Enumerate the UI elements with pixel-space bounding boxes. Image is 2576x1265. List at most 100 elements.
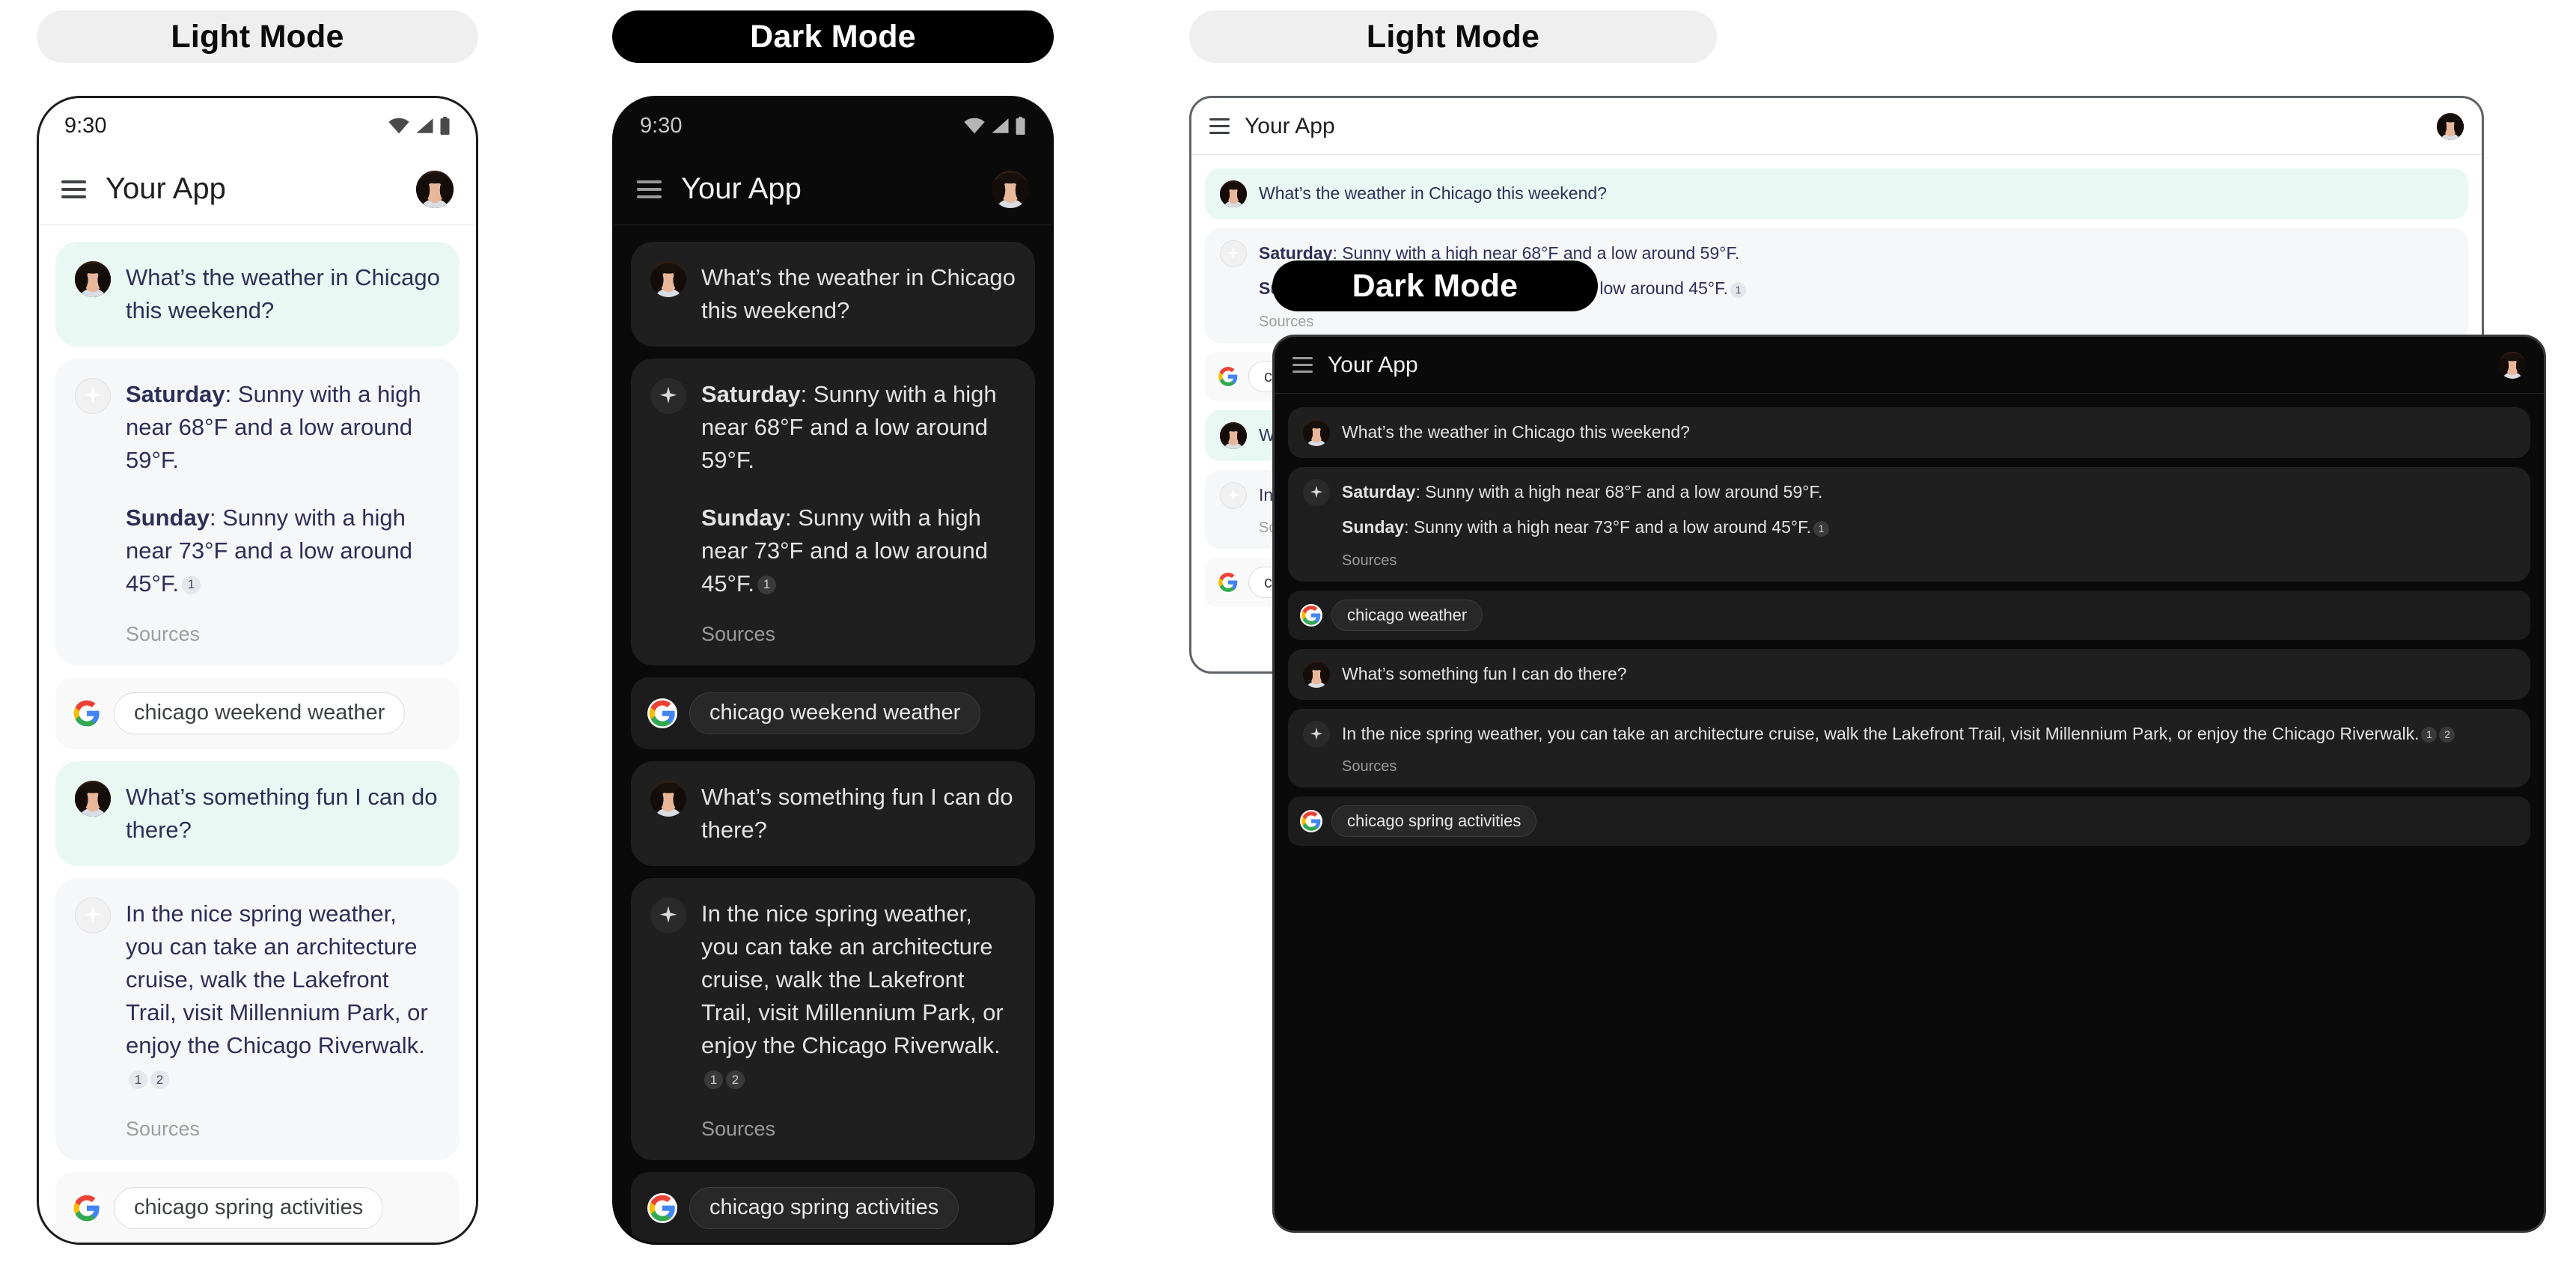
sparkle-icon [75,378,111,415]
search-chip[interactable]: chicago weather [1331,599,1483,631]
app-title: Your App [1328,352,1418,377]
day-label-saturday: Saturday [126,381,225,408]
user-avatar[interactable] [2437,112,2464,140]
search-chip[interactable]: chicago spring activities [689,1186,959,1229]
sources-label[interactable]: Sources [1342,552,2515,570]
user-message-bubble[interactable]: What’s something fun I can do there? [1288,648,2530,700]
user-message-bubble[interactable]: What’s the weather in Chicago this weeke… [55,242,460,347]
sparkle-icon [1220,481,1247,509]
hamburger-menu-icon[interactable] [61,180,86,198]
sparkle-glyph [82,904,104,927]
google-g-glyph [648,699,677,728]
user-message-bubble[interactable]: What’s something fun I can do there? [55,760,460,866]
sources-label[interactable]: Sources [701,623,1016,646]
mode-label-desktop-light: Light Mode [1189,10,1717,63]
citation-badge[interactable]: 1 [757,575,776,594]
assistant-answer-text: In the nice spring weather, you can take… [1342,723,2420,743]
user-message-bubble[interactable]: What’s the weather in Chicago this weeke… [1205,168,2468,219]
user-message-bubble[interactable]: What’s the weather in Chicago this weeke… [1288,407,2530,458]
screenshot-stage: Light Mode 9:30 Your App What’s the weat… [0,0,2576,1265]
citation-badge[interactable]: 1 [182,575,201,594]
sparkle-glyph [1225,246,1242,262]
user-avatar[interactable] [992,170,1029,208]
google-g-icon [1217,571,1239,594]
search-suggestion-bar: chicago weekend weather [631,677,1035,749]
user-message-text: What’s something fun I can do there? [701,783,1013,843]
assistant-message-text: Saturday: Sunny with a high near 68°F an… [1342,479,2515,540]
sparkle-glyph [657,385,680,407]
citation-badge[interactable]: 2 [726,1070,745,1090]
search-suggestion-bar: chicago spring activities [55,1171,460,1243]
google-g-glyph [1218,572,1239,593]
user-message-text: What’s something fun I can do there? [126,783,438,843]
sparkle-icon [75,897,111,933]
chat-thread: What’s the weather in Chicago this weeke… [614,225,1052,1243]
cell-signal-icon [415,118,434,134]
assistant-message-bubble[interactable]: In the nice spring weather, you can take… [1288,708,2530,788]
mode-label-phone-light: Light Mode [37,10,478,63]
status-icons [388,117,451,135]
search-suggestion-bar: chicago spring activities [1288,796,2530,847]
hamburger-menu-icon[interactable] [637,180,662,198]
app-bar: Your App [39,153,476,225]
user-message-text: What’s something fun I can do there? [1342,663,1627,683]
citation-badge[interactable]: 1 [704,1070,723,1090]
sparkle-glyph [82,385,104,407]
status-time: 9:30 [64,113,107,138]
hamburger-menu-icon[interactable] [1209,118,1230,134]
assistant-answer-text: In the nice spring weather, you can take… [126,900,428,1058]
user-avatar[interactable] [416,170,454,208]
mode-label-phone-dark: Dark Mode [612,10,1054,63]
phone-mockup-light: 9:30 Your App What’s the weather in Chic… [37,96,478,1245]
sparkle-icon [1303,720,1330,748]
citation-badge[interactable]: 2 [2439,727,2456,743]
status-bar: 9:30 [39,98,476,153]
google-g-icon [72,698,102,728]
hamburger-menu-icon[interactable] [1292,357,1313,373]
sources-label[interactable]: Sources [126,623,440,646]
search-chip[interactable]: chicago spring activities [114,1186,384,1229]
user-message-bubble[interactable]: What’s the weather in Chicago this weeke… [631,242,1035,347]
citation-badge[interactable]: 1 [1813,520,1829,537]
google-g-icon [1300,603,1322,627]
user-avatar [650,780,686,817]
search-chip[interactable]: chicago weekend weather [689,692,981,734]
citation-badge[interactable]: 1 [2421,727,2438,743]
search-chip[interactable]: chicago weekend weather [114,692,406,734]
user-message-text: What’s the weather in Chicago this weeke… [701,264,1016,324]
google-g-icon [647,698,677,728]
user-avatar[interactable] [2499,351,2526,379]
assistant-answer-text: In the nice spring weather, you can take… [701,900,1004,1058]
user-avatar [650,261,686,297]
google-g-icon [1300,810,1322,833]
assistant-message-text: In the nice spring weather, you can take… [1342,721,2515,747]
assistant-message-bubble[interactable]: Saturday: Sunny with a high near 68°F an… [631,359,1035,665]
assistant-message-text: Saturday: Sunny with a high near 68°F an… [701,378,1016,600]
user-avatar [75,261,111,297]
assistant-message-bubble[interactable]: In the nice spring weather, you can take… [55,877,460,1160]
sources-label[interactable]: Sources [1259,314,2453,331]
assistant-message-bubble[interactable]: Saturday: Sunny with a high near 68°F an… [55,359,460,665]
sparkle-glyph [657,904,680,927]
assistant-message-bubble[interactable]: Saturday: Sunny with a high near 68°F an… [1288,467,2530,582]
google-g-glyph [1301,605,1322,626]
mode-label-desktop-dark: Dark Mode [1272,260,1598,311]
citation-badge[interactable]: 2 [150,1070,169,1090]
sources-label[interactable]: Sources [701,1118,1016,1141]
citation-badge[interactable]: 1 [129,1070,147,1090]
citation-badge[interactable]: 1 [1730,281,1746,298]
day-label-saturday: Saturday [1342,482,1416,502]
assistant-message-bubble[interactable]: In the nice spring weather, you can take… [631,877,1035,1160]
sources-label[interactable]: Sources [126,1118,440,1141]
user-message-bubble[interactable]: What’s something fun I can do there? [631,760,1035,866]
forecast-line-sunday: Sunday: Sunny with a high near 73°F and … [701,502,1016,600]
user-avatar [1303,419,1330,446]
user-avatar [1303,660,1330,688]
search-chip[interactable]: chicago spring activities [1331,805,1537,838]
google-g-glyph [648,1194,677,1222]
day-label-sunday: Sunday [701,504,785,531]
sparkle-glyph [1308,726,1325,743]
sources-label[interactable]: Sources [1342,758,2515,775]
sparkle-glyph [1308,484,1325,501]
app-title: Your App [681,172,802,205]
